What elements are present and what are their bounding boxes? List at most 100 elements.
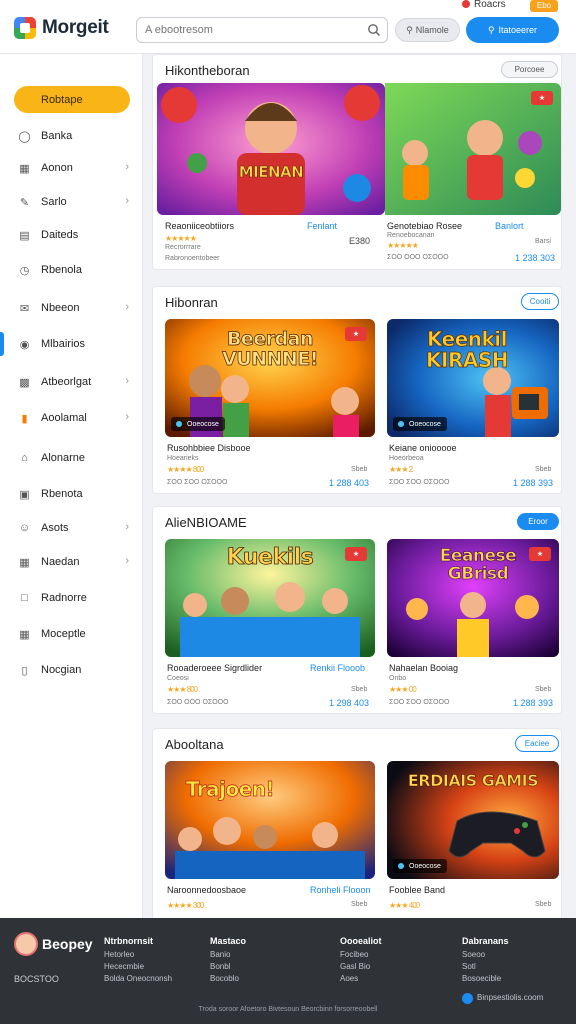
primary-button[interactable]: ⚲ Itatoeerer	[466, 17, 559, 43]
game-card[interactable]: ERDIAIS GAMIS Ooeocose Fooblee Band ★★★ …	[387, 761, 559, 918]
footer-link[interactable]: Gasl Bio	[340, 962, 370, 971]
notification-dot[interactable]	[462, 0, 470, 8]
top-link[interactable]: Roacrs	[474, 0, 506, 10]
sidebar-item-label: Nbeeon	[41, 302, 80, 314]
secondary-button[interactable]: ⚲ Nlamole	[395, 18, 460, 42]
game-card[interactable]: Beerdan VUNNNE! ★ Ooeocose Rusohbbiee Di…	[165, 319, 375, 489]
footer-link[interactable]: Bocoblo	[210, 974, 239, 983]
chevron-right-icon: ›	[125, 521, 129, 533]
section-title: Hikontheboran	[165, 63, 250, 78]
game-title[interactable]: Reaoniiceobtiiors	[165, 221, 234, 231]
sidebar-item[interactable]: ◷ Rbenola	[18, 260, 133, 280]
game-thumbnail[interactable]: Trajoen!	[165, 761, 375, 879]
search-icon[interactable]	[367, 23, 381, 37]
game-thumbnail[interactable]: ERDIAIS GAMIS Ooeocose	[387, 761, 559, 879]
sidebar-item[interactable]: ◉ Mlbairios	[18, 334, 133, 354]
footer-link[interactable]: Soeoo	[462, 950, 485, 959]
game-thumbnail[interactable]: Keenkil KIRASH Ooeocose	[387, 319, 559, 437]
game-title[interactable]: Fooblee Band	[389, 885, 445, 895]
footer-link[interactable]: Banio	[210, 950, 230, 959]
game-meta: Hoeorbeoa	[389, 455, 424, 462]
game-title[interactable]: Naroonnedoosbaoe	[167, 885, 246, 895]
game-thumbnail[interactable]: MIENAN	[157, 83, 385, 215]
sidebar-item[interactable]: ▦ Naedan ›	[18, 552, 133, 572]
sidebar-item[interactable]: ⌂ Alonarne	[18, 448, 133, 468]
sidebar-item[interactable]: □ Radnorre	[18, 588, 133, 608]
game-meta: Hoearieks	[167, 455, 199, 462]
search-input[interactable]	[145, 21, 365, 39]
section-more-button[interactable]: Eroor	[517, 513, 559, 530]
game-stats: ΣΟΟ ΣΟΟ ΟΣΟΟΟ	[167, 479, 228, 486]
app-logo-text[interactable]: Morgeit	[42, 17, 109, 39]
sidebar-item[interactable]: ☺ Asots ›	[18, 518, 133, 538]
game-card[interactable]: MIENAN Reaoniiceobtiiors Fenlant ★★★★★ R…	[157, 83, 385, 268]
footer-email[interactable]: Binpsestiolis.coom	[477, 993, 543, 1002]
footer-link[interactable]: Bolda Oneocnonsh	[104, 974, 172, 983]
sidebar-item-label: Rbenota	[41, 488, 83, 500]
game-title[interactable]: Keiane oniooooe	[389, 443, 457, 453]
game-link[interactable]: Renkii Flooob	[310, 663, 365, 673]
section-more-button[interactable]: Porcoee	[501, 61, 558, 78]
game-card[interactable]: ★ Genotebiao Rosee Banlort Renoebocanan …	[385, 83, 561, 268]
sidebar-item[interactable]: ◯ Banka	[18, 126, 133, 146]
game-card[interactable]: Trajoen! Naroonnedoosbaoe Ronheli Flooon…	[165, 761, 375, 918]
sidebar-item-label: Naedan	[41, 556, 80, 568]
sidebar-item[interactable]: ▩ Atbeorlgat ›	[18, 372, 133, 392]
logo-icon[interactable]	[14, 17, 36, 39]
sidebar-item[interactable]: ▣ Rbenota	[18, 484, 133, 504]
game-title[interactable]: Genotebiao Rosee	[387, 221, 462, 231]
sidebar-item[interactable]: ✎ Sarlo ›	[18, 192, 133, 212]
game-thumbnail[interactable]: Kuekils ★	[165, 539, 375, 657]
sidebar-item[interactable]: ▦ Moceptle	[18, 624, 133, 644]
section-row-4: Abooltana Eaciee Trajoen! Naroonnedoosba…	[152, 728, 562, 918]
footer-link[interactable]: Focibeo	[340, 950, 368, 959]
game-title[interactable]: Nahaelan Booiag	[389, 663, 458, 673]
game-link[interactable]: Fenlant	[307, 221, 337, 231]
circle-icon: ◯	[18, 130, 31, 143]
footer-link[interactable]: Sotl	[462, 962, 476, 971]
game-thumbnail[interactable]: Eeanese GBrisd ★	[387, 539, 559, 657]
footer-link[interactable]: Hececmbie	[104, 962, 144, 971]
footer-brand[interactable]: Beopey	[42, 936, 93, 952]
footer-link[interactable]: Hetorleo	[104, 950, 134, 959]
badge-icon: ★	[345, 327, 367, 341]
sidebar-item[interactable]: ▮ Aoolamal ›	[18, 408, 133, 428]
footer-link[interactable]: Bosoecible	[462, 974, 501, 983]
footer-column-heading: Ntrbnornsit	[104, 936, 153, 946]
sidebar-item[interactable]: ▯ Nocgian	[18, 660, 133, 680]
search-box[interactable]	[136, 17, 388, 43]
chevron-right-icon: ›	[125, 161, 129, 173]
search-icon: ⚲	[406, 24, 413, 35]
game-title[interactable]: Rusohbbiee Disbooe	[167, 443, 251, 453]
game-extra: Sbeb	[351, 466, 368, 473]
game-art-title: ERDIAIS GAMIS	[407, 771, 539, 791]
secondary-button-label: Nlamole	[415, 25, 449, 35]
game-card[interactable]: Keenkil KIRASH Ooeocose Keiane oniooooe …	[387, 319, 559, 489]
sidebar-item-label: Nocgian	[41, 664, 82, 676]
game-title[interactable]: Rooaderoeee Sigrdlider	[167, 663, 262, 673]
footer-link[interactable]: Aoes	[340, 974, 358, 983]
sidebar-item-label: Radnorre	[41, 592, 87, 604]
game-stats: Rabronoentobeer	[165, 255, 220, 262]
game-thumbnail[interactable]: ★	[385, 83, 561, 215]
rating-stars: ★★★ 400	[389, 901, 420, 910]
file-icon: ▯	[21, 664, 28, 677]
section-featured: Hikontheboran Porcoee MIENAN Reaoniiceob…	[152, 54, 562, 270]
section-more-button[interactable]: Eaciee	[515, 735, 559, 752]
game-extra: Sbeb	[535, 686, 552, 693]
game-link[interactable]: Ronheli Flooon	[310, 885, 371, 895]
sidebar-item[interactable]: ✉ Nbeeon ›	[18, 298, 133, 318]
game-extra: Sbeb	[351, 686, 368, 693]
top-badge[interactable]: Ebo	[530, 0, 558, 12]
sidebar-primary-button[interactable]: Robtape	[14, 86, 130, 113]
game-link[interactable]: Banlort	[495, 221, 524, 231]
game-thumbnail[interactable]: Beerdan VUNNNE! ★ Ooeocose	[165, 319, 375, 437]
section-more-button[interactable]: Cooiti	[521, 293, 559, 310]
game-card[interactable]: Kuekils ★ Rooaderoeee Sigrdlider Renkii …	[165, 539, 375, 709]
sidebar-item[interactable]: ▦ Aonon ›	[18, 158, 133, 178]
game-stats: ΣΟΟ ΟΟΟ ΟΣΟΟΟ	[387, 254, 449, 261]
sidebar-item[interactable]: ▤ Daiteds	[18, 225, 133, 245]
chat-icon: ✉	[19, 302, 30, 315]
game-card[interactable]: Eeanese GBrisd ★ Nahaelan Booiag Onbo ★★…	[387, 539, 559, 709]
footer-link[interactable]: Bonbl	[210, 962, 230, 971]
